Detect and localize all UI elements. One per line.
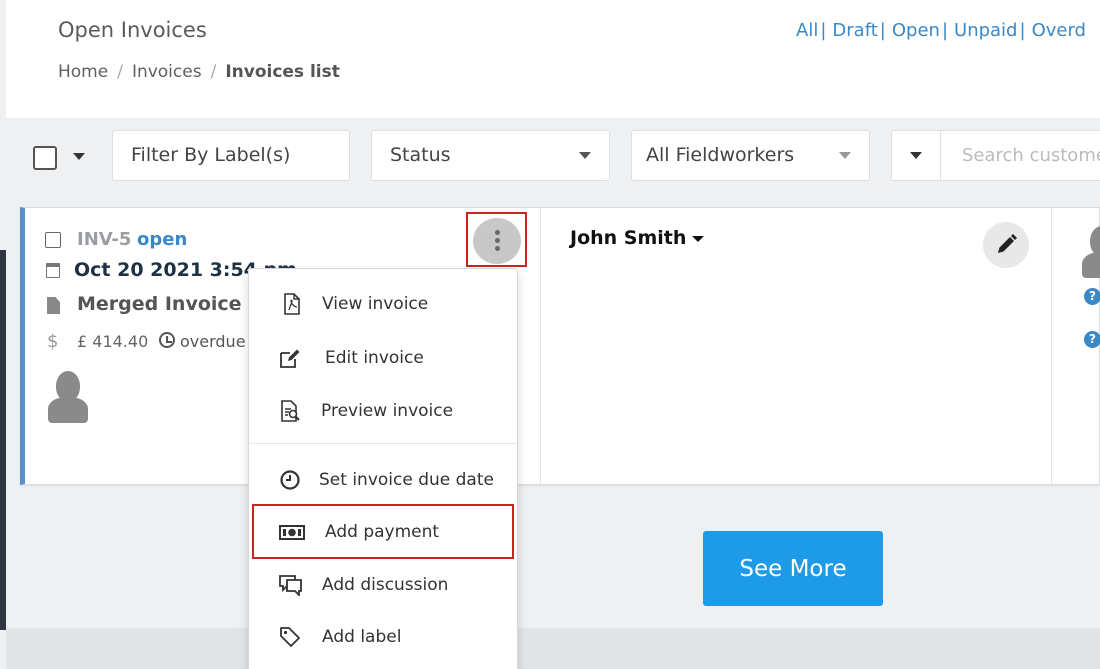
- breadcrumb: Home / Invoices / Invoices list: [58, 62, 340, 82]
- menu-item-add-label[interactable]: Add label: [249, 615, 517, 659]
- invoice-actions-menu: View invoice Edit invoice Preview invoic…: [248, 268, 518, 669]
- status-link-draft[interactable]: Draft: [832, 20, 877, 41]
- dollar-icon: $: [47, 331, 59, 352]
- customer-dropdown[interactable]: John Smith: [570, 227, 705, 249]
- breadcrumb-home[interactable]: Home: [58, 62, 108, 82]
- calendar-icon: [46, 263, 60, 278]
- chevron-down-icon[interactable]: [73, 153, 85, 160]
- status-link-open[interactable]: Open: [892, 20, 940, 41]
- tag-icon: [280, 627, 300, 647]
- chevron-down-icon: [579, 152, 591, 159]
- menu-item-edit-invoice[interactable]: Edit invoice: [249, 336, 517, 380]
- breadcrumb-separator: /: [210, 62, 217, 82]
- page-header: Open Invoices Home / Invoices / Invoices…: [6, 0, 1100, 118]
- chevron-down-icon: [839, 152, 851, 159]
- menu-item-set-due-date[interactable]: Set invoice due date: [249, 458, 517, 502]
- chevron-down-icon: [692, 235, 705, 242]
- invoice-card: INV-5 open Oct 20 2021 3:54 pm Merged In…: [20, 207, 1100, 485]
- help-icon[interactable]: ?: [1084, 288, 1100, 305]
- page-title: Open Invoices: [58, 18, 207, 42]
- status-filter-select[interactable]: Status: [371, 130, 610, 181]
- menu-divider: [249, 443, 517, 444]
- menu-item-label: Set invoice due date: [319, 470, 494, 490]
- status-filter-links: All | Draft | Open | Unpaid | Overd: [796, 20, 1086, 41]
- menu-item-label: Add discussion: [322, 575, 449, 595]
- see-more-button[interactable]: See More: [703, 531, 883, 606]
- search-box: [891, 130, 1100, 181]
- clock-icon: [280, 470, 300, 490]
- invoice-status: open: [137, 229, 188, 250]
- fieldworkers-filter-text: All Fieldworkers: [646, 144, 795, 166]
- label-filter[interactable]: Filter By Label(s): [112, 130, 350, 181]
- search-input[interactable]: [942, 131, 1100, 180]
- invoice-number[interactable]: INV-5: [77, 229, 131, 250]
- document-icon: [47, 297, 60, 314]
- invoice-type: Merged Invoice: [77, 293, 242, 315]
- menu-item-label: View invoice: [322, 294, 429, 314]
- status-link-unpaid[interactable]: Unpaid: [954, 20, 1017, 41]
- filter-bar: Filter By Label(s) Status All Fieldworke…: [6, 118, 1100, 194]
- due-status: overdue: [180, 332, 246, 351]
- preview-icon: [281, 400, 300, 422]
- label-filter-text: Filter By Label(s): [131, 144, 291, 166]
- bottom-strip: [6, 628, 1100, 669]
- menu-item-view-invoice[interactable]: View invoice: [249, 282, 517, 326]
- breadcrumb-invoices[interactable]: Invoices: [132, 62, 202, 82]
- status-link-all[interactable]: All: [796, 20, 818, 41]
- search-scope-dropdown[interactable]: [892, 131, 941, 180]
- status-link-overdue[interactable]: Overd: [1032, 20, 1086, 41]
- edit-customer-button[interactable]: [983, 222, 1029, 268]
- column-divider: [540, 208, 541, 484]
- chevron-down-icon: [910, 152, 922, 159]
- menu-item-label: Preview invoice: [321, 401, 454, 421]
- status-filter-text: Status: [390, 144, 451, 166]
- pencil-icon: [998, 234, 1017, 253]
- menu-item-label: Add label: [322, 627, 402, 647]
- customer-name: John Smith: [570, 227, 687, 249]
- left-rail: [0, 250, 6, 630]
- select-all-checkbox[interactable]: [33, 146, 57, 170]
- breadcrumb-current: Invoices list: [225, 62, 340, 82]
- discussion-icon: [279, 575, 302, 596]
- menu-item-label: Edit invoice: [325, 348, 424, 368]
- edit-icon: [280, 349, 300, 368]
- row-checkbox[interactable]: [45, 232, 61, 248]
- column-divider: [1051, 208, 1052, 484]
- menu-item-add-discussion[interactable]: Add discussion: [249, 563, 517, 607]
- fieldworkers-filter-select[interactable]: All Fieldworkers: [631, 130, 870, 181]
- highlight-box: [466, 212, 527, 267]
- avatar: [48, 371, 88, 423]
- help-icon[interactable]: ?: [1084, 331, 1100, 348]
- pdf-file-icon: [284, 293, 300, 315]
- avatar: [1082, 226, 1100, 278]
- menu-item-preview-invoice[interactable]: Preview invoice: [249, 389, 517, 433]
- highlight-box: [252, 504, 514, 559]
- breadcrumb-separator: /: [117, 62, 123, 82]
- invoice-amount: £ 414.40: [77, 332, 149, 351]
- clock-icon: [159, 332, 175, 348]
